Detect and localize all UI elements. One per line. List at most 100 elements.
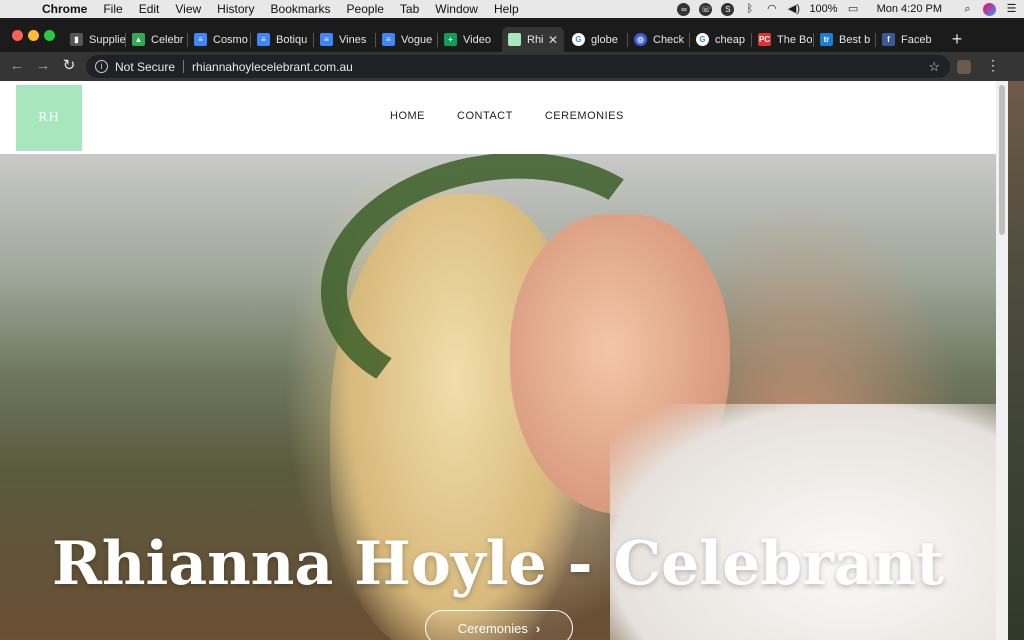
menu-file[interactable]: File — [95, 2, 130, 16]
extension-icon[interactable] — [957, 60, 971, 74]
url-text[interactable]: rhiannahoylecelebrant.com.au — [192, 60, 353, 74]
bookmark-star-icon[interactable]: ☆ — [928, 59, 940, 75]
tab-cheap[interactable]: Gcheap — [690, 27, 752, 52]
check-site-icon: ◎ — [634, 33, 647, 46]
tab-label: cheap — [715, 33, 745, 46]
menu-view[interactable]: View — [167, 2, 209, 16]
clock[interactable]: Mon 4:20 PM — [877, 3, 942, 15]
omnibox-divider — [183, 60, 185, 73]
tab-label: Rhi — [527, 33, 544, 46]
tab-label: Check — [653, 33, 685, 46]
ceremonies-button-label: Ceremonies — [457, 620, 528, 636]
hero-title: Rhianna Hoyle - Celebrant — [51, 529, 945, 599]
chevron-right-icon: › — [535, 620, 541, 636]
wifi-icon[interactable]: ◠ — [765, 3, 778, 16]
menu-history[interactable]: History — [209, 2, 262, 16]
hero-section: Rhianna Hoyle - Celebrant Ceremonies › — [0, 154, 996, 640]
tab-label: Vogue — [401, 33, 433, 46]
tab-globe[interactable]: Gglobe — [566, 27, 628, 52]
ceremonies-button[interactable]: Ceremonies › — [425, 610, 573, 640]
site-favicon-icon — [508, 33, 521, 46]
menu-help[interactable]: Help — [486, 2, 527, 16]
battery-icon[interactable]: ▭ — [847, 3, 860, 16]
forward-arrow-icon[interactable]: → — [35, 58, 51, 74]
viber-icon[interactable]: ☏ — [699, 2, 713, 16]
tab-vogue[interactable]: ≡ Vogue — [376, 27, 438, 52]
trello-favicon-icon: ▮ — [70, 33, 83, 46]
chrome-menu-icon[interactable]: ⋮ — [986, 57, 1000, 74]
tab-check[interactable]: ◎ Check — [628, 27, 690, 52]
notification-list-icon[interactable]: ☰ — [1005, 3, 1018, 16]
window-minimize-button[interactable] — [28, 30, 39, 41]
tab-facebook[interactable]: f Faceb — [876, 27, 938, 52]
web-page: RH HOME CONTACT CEREMONIES Rhianna Hoyle… — [0, 81, 996, 640]
tab-label: Vines — [339, 33, 367, 46]
siri-icon[interactable] — [983, 2, 996, 16]
menu-bookmarks[interactable]: Bookmarks — [263, 2, 339, 16]
site-nav: HOME CONTACT CEREMONIES — [390, 110, 624, 122]
tab-rhianna-active[interactable]: Rhi ✕ — [502, 27, 564, 52]
menu-window[interactable]: Window — [427, 2, 486, 16]
tab-suppliers[interactable]: ▮ Supplie — [64, 27, 126, 52]
macos-menu-bar: Chrome File Edit View History Bookmarks … — [0, 0, 1024, 18]
tab-label: Cosmo — [213, 33, 248, 46]
pc-site-icon: PC — [758, 33, 771, 46]
tab-label: Video — [463, 33, 491, 46]
tab-label: Best b — [839, 33, 871, 46]
tab-label: Botiqu — [276, 33, 308, 46]
spotlight-icon[interactable]: ⌕ — [961, 3, 974, 16]
nav-contact[interactable]: CONTACT — [457, 110, 513, 122]
menu-edit[interactable]: Edit — [131, 2, 168, 16]
battery-percent: 100% — [809, 3, 838, 15]
tab-label: Supplie — [89, 33, 126, 46]
tab-vines[interactable]: ≡ Vines — [314, 27, 376, 52]
tab-cosmo[interactable]: ≡ Cosmo — [188, 27, 251, 52]
tab-label: Celebr — [151, 33, 184, 46]
nav-home[interactable]: HOME — [390, 110, 425, 122]
nav-ceremonies[interactable]: CEREMONIES — [545, 110, 624, 122]
google-docs-icon: ≡ — [194, 33, 207, 46]
tr-site-icon: tr — [820, 33, 833, 46]
window-zoom-button[interactable] — [44, 30, 55, 41]
site-header: RH HOME CONTACT CEREMONIES — [0, 81, 996, 154]
google-icon: G — [572, 33, 585, 46]
tab-the-bo[interactable]: PC The Bo — [752, 27, 814, 52]
google-drive-icon: ▲ — [132, 33, 145, 46]
menu-tab[interactable]: Tab — [392, 2, 427, 16]
google-sheets-icon: + — [444, 33, 457, 46]
tab-label: Faceb — [901, 33, 932, 46]
menu-chrome[interactable]: Chrome — [34, 2, 95, 16]
scrollbar-thumb[interactable] — [999, 85, 1005, 235]
skype-icon[interactable]: S — [721, 2, 735, 16]
google-docs-icon: ≡ — [382, 33, 395, 46]
bluetooth-icon[interactable]: ᛒ — [743, 3, 756, 16]
chrome-tab-strip: ▮ Supplie ▲ Celebr ≡ Cosmo ≡ Botiqu ≡ Vines ≡… — [0, 18, 1024, 52]
address-bar[interactable]: i Not Secure rhiannahoylecelebrant.com.a… — [86, 55, 950, 78]
google-icon: G — [696, 33, 709, 46]
tab-label: The Bo — [777, 33, 813, 46]
menu-people[interactable]: People — [339, 2, 392, 16]
tab-close-icon[interactable]: ✕ — [548, 33, 558, 47]
info-icon[interactable]: i — [95, 60, 108, 73]
tab-best-b[interactable]: tr Best b — [814, 27, 876, 52]
creative-cloud-icon[interactable]: ∞ — [677, 2, 691, 16]
tab-celebrant[interactable]: ▲ Celebr — [126, 27, 188, 52]
tab-label: globe — [591, 33, 618, 46]
facebook-icon: f — [882, 33, 895, 46]
google-docs-icon: ≡ — [257, 33, 270, 46]
chrome-toolbar: ← → ↻ i Not Secure rhiannahoylecelebrant… — [0, 52, 1024, 81]
new-tab-button[interactable]: + — [948, 30, 966, 48]
window-close-button[interactable] — [12, 30, 23, 41]
logo-text: RH — [38, 110, 60, 125]
tab-botique[interactable]: ≡ Botiqu — [251, 27, 314, 52]
google-docs-icon: ≡ — [320, 33, 333, 46]
hero-photo-shirt — [610, 404, 996, 640]
tab-video[interactable]: + Video — [438, 27, 500, 52]
menu-bar-status-area: ∞ ☏ S ᛒ ◠ ◀) 100% ▭ Mon 4:20 PM ⌕ ☰ — [677, 0, 1018, 18]
back-arrow-icon[interactable]: ← — [9, 58, 25, 74]
volume-icon[interactable]: ◀) — [787, 3, 800, 16]
reload-icon[interactable]: ↻ — [61, 58, 77, 74]
desktop-background-edge — [1008, 81, 1024, 640]
security-status[interactable]: Not Secure — [115, 60, 175, 74]
site-logo[interactable]: RH — [16, 85, 82, 151]
